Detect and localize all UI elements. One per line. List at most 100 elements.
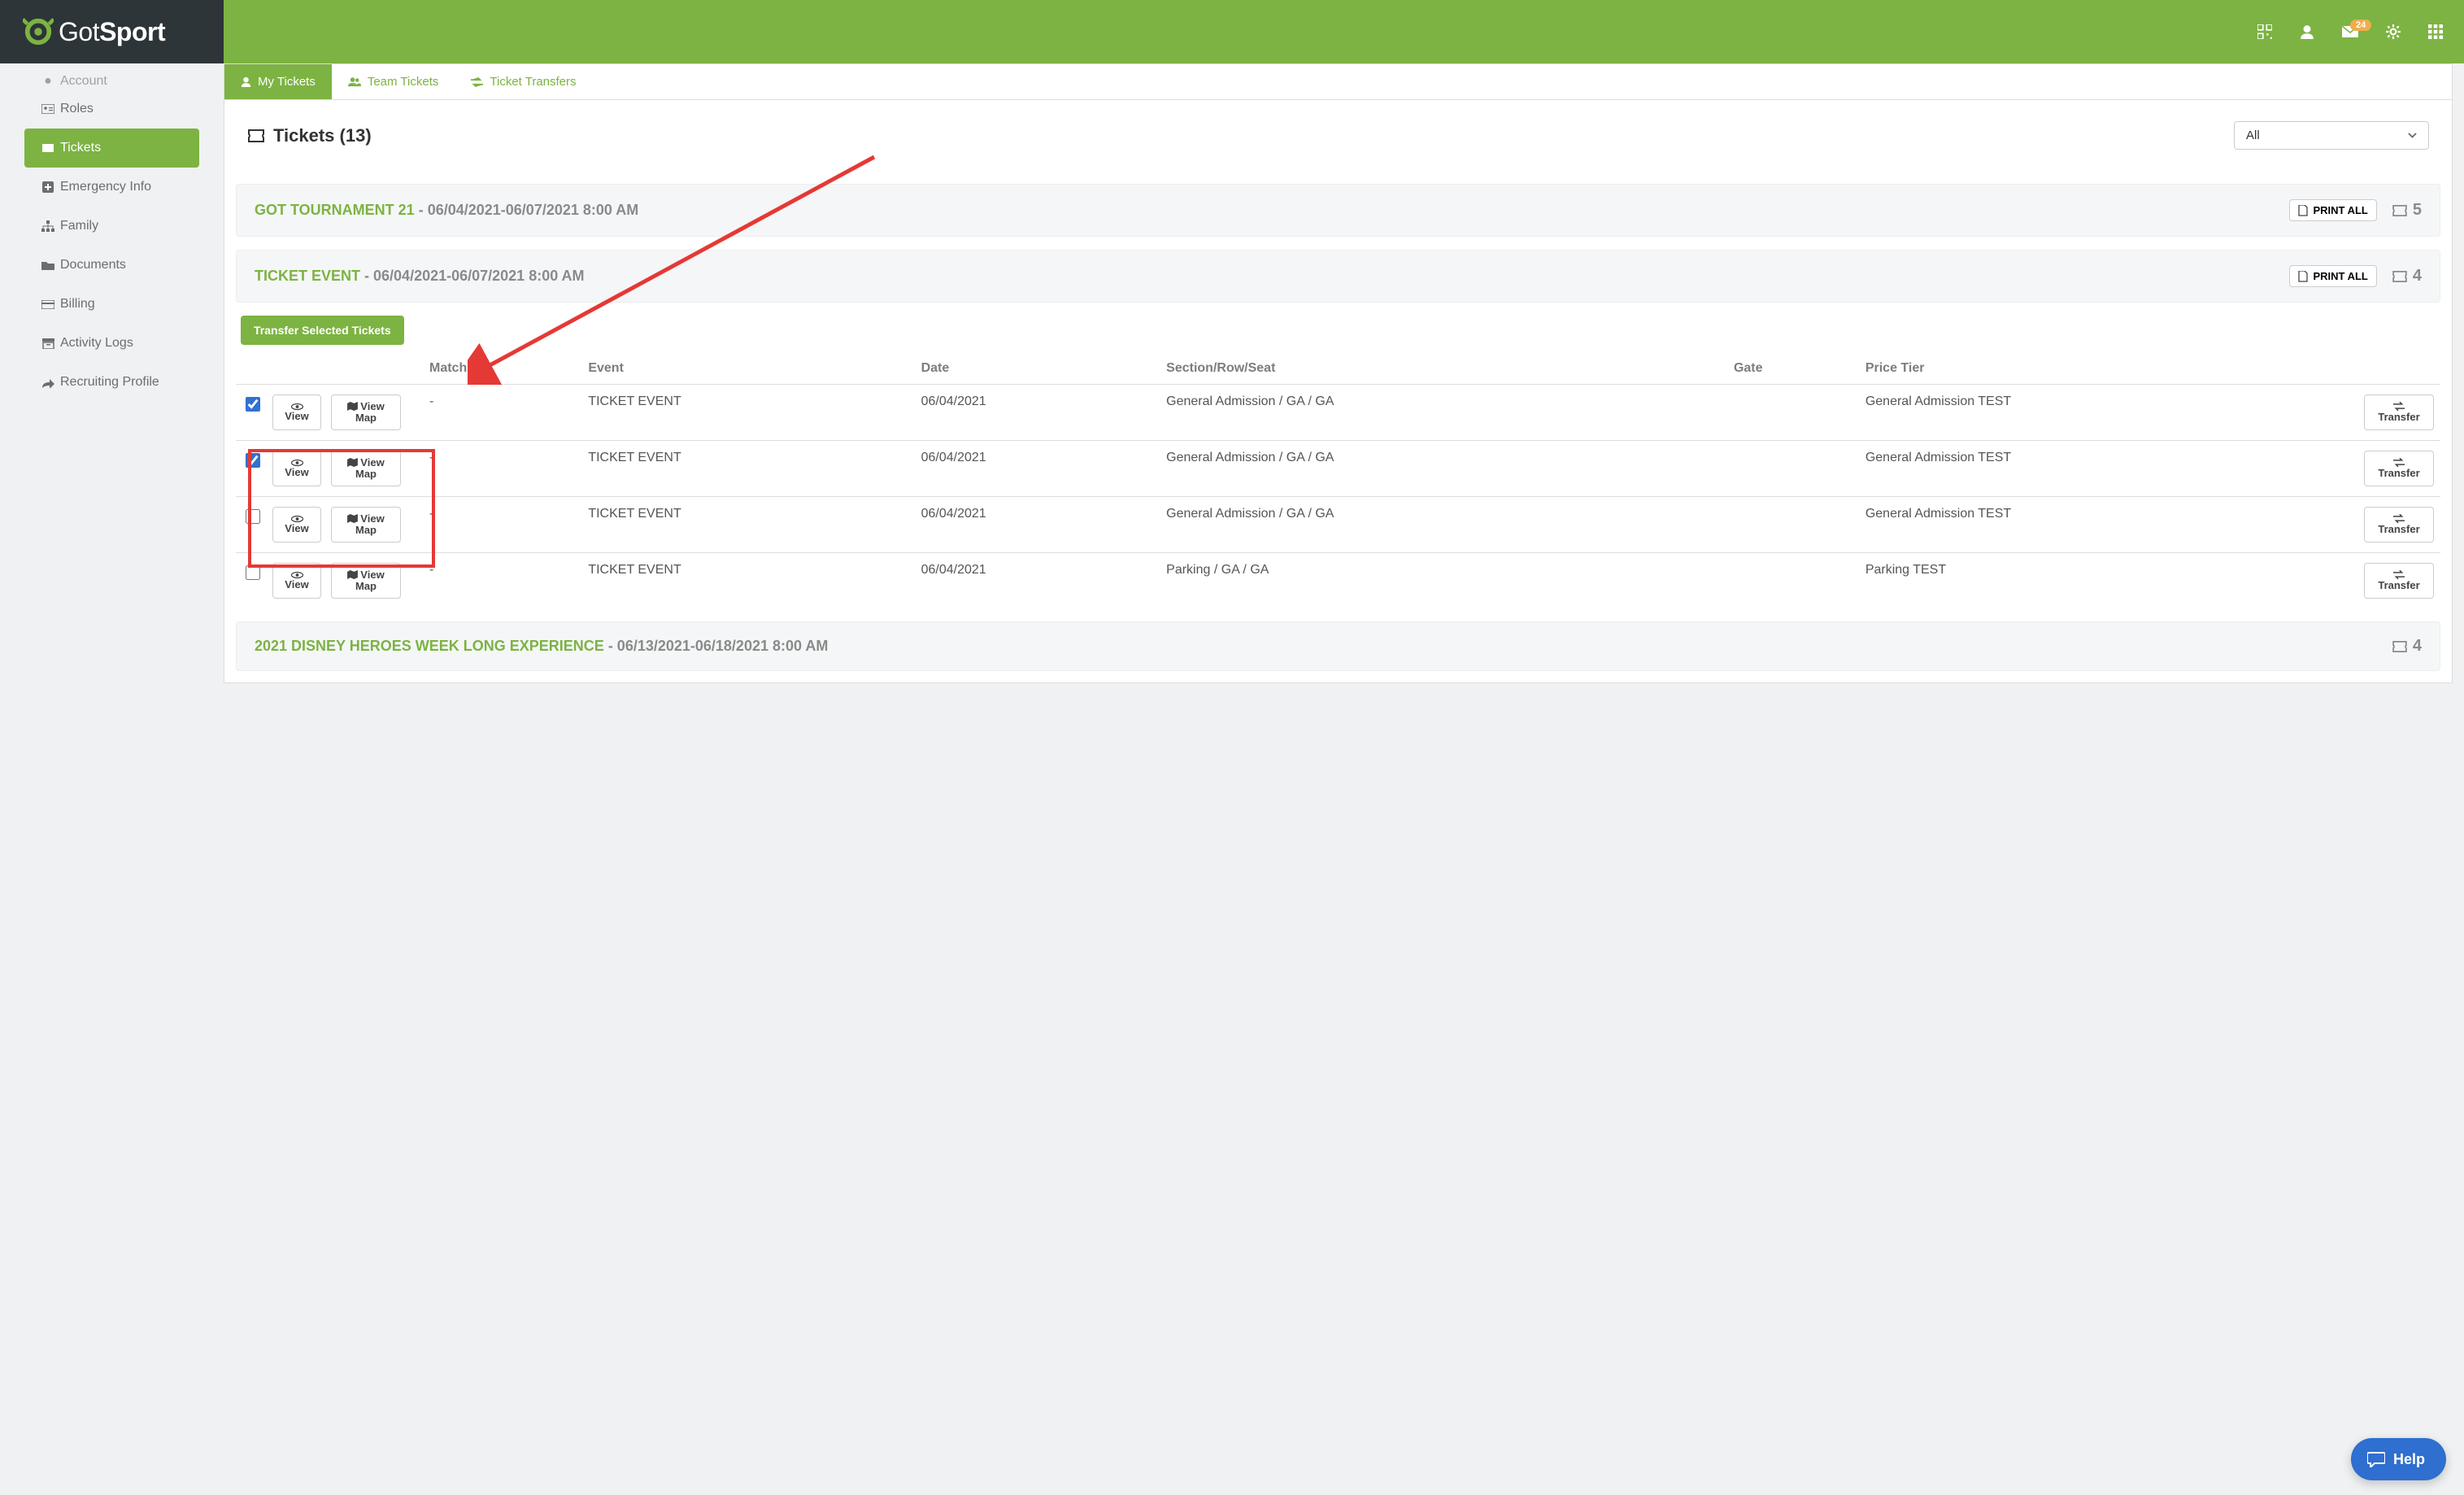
select-ticket-checkbox[interactable]	[246, 509, 260, 524]
transfer-icon	[471, 77, 483, 87]
col-match: Match	[423, 353, 581, 385]
sidebar-nav: ● Account Roles Tickets Emergency Info F…	[24, 73, 199, 402]
tickets-table: MatchEventDateSection/Row/SeatGatePrice …	[236, 353, 2440, 608]
cell-match: -	[423, 385, 581, 441]
tickets-icon	[2392, 271, 2408, 282]
transfer-icon	[2393, 458, 2405, 467]
col-gate: Gate	[1727, 353, 1859, 385]
transfer-selected-button[interactable]: Transfer Selected Tickets	[241, 316, 404, 345]
apps-grid-icon[interactable]	[2428, 24, 2443, 39]
group-date-range: - 06/13/2021-06/18/2021 8:00 AM	[608, 638, 829, 654]
qr-icon[interactable]	[2257, 24, 2272, 39]
cell-gate	[1727, 553, 1859, 609]
select-ticket-checkbox[interactable]	[246, 565, 260, 580]
group-event-name: 2021 DISNEY HEROES WEEK LONG EXPERIENCE	[255, 638, 604, 654]
table-row: ViewViewMap-TICKET EVENT06/04/2021Parkin…	[236, 553, 2440, 609]
map-icon	[347, 458, 358, 467]
chevron-down-icon	[2408, 133, 2417, 138]
cell-date: 06/04/2021	[915, 497, 1160, 553]
print-all-button[interactable]: PRINT ALL	[2289, 199, 2376, 221]
brand-text: GotSport	[59, 17, 165, 47]
transfer-button[interactable]: Transfer	[2364, 394, 2434, 430]
view-button[interactable]: View	[272, 563, 321, 599]
brand-logo[interactable]: GotSport	[0, 0, 224, 63]
view-map-button[interactable]: ViewMap	[331, 507, 401, 543]
sidebar-item-documents[interactable]: Documents	[24, 246, 199, 285]
select-ticket-checkbox[interactable]	[246, 453, 260, 468]
tickets-card: Tickets (13) All GOT TOURNAMENT 21 - 06/…	[224, 99, 2453, 683]
event-group-header[interactable]: 2021 DISNEY HEROES WEEK LONG EXPERIENCE …	[236, 621, 2440, 671]
main-content: My Tickets Team Tickets Ticket Transfers…	[224, 63, 2464, 708]
print-all-button[interactable]: PRINT ALL	[2289, 265, 2376, 287]
table-row: ViewViewMap-TICKET EVENT06/04/2021Genera…	[236, 441, 2440, 497]
cell-section: Parking / GA / GA	[1160, 553, 1727, 609]
cell-section: General Admission / GA / GA	[1160, 497, 1727, 553]
map-icon	[347, 514, 358, 523]
tickets-icon	[2392, 205, 2408, 216]
cell-match: -	[423, 553, 581, 609]
sidebar-item-tickets[interactable]: Tickets	[24, 129, 199, 168]
view-button[interactable]: View	[272, 394, 321, 430]
sidebar-item-emergency[interactable]: Emergency Info	[24, 168, 199, 207]
transfer-button[interactable]: Transfer	[2364, 563, 2434, 599]
ticket-icon	[39, 143, 57, 153]
mail-icon[interactable]: 24	[2342, 26, 2358, 37]
tickets-icon	[2392, 641, 2408, 652]
view-button[interactable]: View	[272, 451, 321, 486]
group-event-name: GOT TOURNAMENT 21	[255, 202, 415, 218]
share-icon	[39, 377, 57, 388]
table-row: ViewViewMap-TICKET EVENT06/04/2021Genera…	[236, 497, 2440, 553]
folder-icon	[39, 260, 57, 270]
user-circle-icon: ●	[39, 74, 57, 89]
sidebar-item-billing[interactable]: Billing	[24, 285, 199, 324]
select-ticket-checkbox[interactable]	[246, 397, 260, 412]
page-title: Tickets (13)	[247, 125, 372, 146]
cell-match: -	[423, 441, 581, 497]
user-icon[interactable]	[2300, 24, 2314, 39]
pdf-icon	[2298, 205, 2308, 216]
view-button[interactable]: View	[272, 507, 321, 543]
notification-badge: 24	[2350, 20, 2371, 31]
help-button[interactable]: Help	[2351, 1438, 2446, 1480]
transfer-button[interactable]: Transfer	[2364, 451, 2434, 486]
event-group-header[interactable]: GOT TOURNAMENT 21 - 06/04/2021-06/07/202…	[236, 184, 2440, 237]
cell-match: -	[423, 497, 581, 553]
group-event-name: TICKET EVENT	[255, 268, 360, 284]
chat-icon	[2367, 1451, 2385, 1467]
transfer-button[interactable]: Transfer	[2364, 507, 2434, 543]
col-date: Date	[915, 353, 1160, 385]
sitemap-icon	[39, 220, 57, 232]
view-map-button[interactable]: ViewMap	[331, 451, 401, 486]
col-section: Section/Row/Seat	[1160, 353, 1727, 385]
event-group-header[interactable]: TICKET EVENT - 06/04/2021-06/07/2021 8:0…	[236, 250, 2440, 303]
cell-date: 06/04/2021	[915, 441, 1160, 497]
group-ticket-count: 4	[2392, 637, 2422, 656]
sidebar-item-roles[interactable]: Roles	[24, 89, 199, 129]
tab-ticket-transfers[interactable]: Ticket Transfers	[455, 64, 592, 99]
user-icon	[241, 76, 251, 87]
sidebar-item-family[interactable]: Family	[24, 207, 199, 246]
id-card-icon	[39, 104, 57, 114]
view-map-button[interactable]: ViewMap	[331, 563, 401, 599]
group-date-range: - 06/04/2021-06/07/2021 8:00 AM	[419, 202, 639, 218]
gear-icon[interactable]	[2386, 24, 2401, 39]
map-icon	[347, 402, 358, 411]
table-row: ViewViewMap-TICKET EVENT06/04/2021Genera…	[236, 385, 2440, 441]
sidebar-item-recruiting[interactable]: Recruiting Profile	[24, 363, 199, 402]
sidebar-item-activity[interactable]: Activity Logs	[24, 324, 199, 363]
transfer-icon	[2393, 402, 2405, 411]
tab-my-tickets[interactable]: My Tickets	[224, 64, 332, 99]
cell-price-tier: Parking TEST	[1859, 553, 2357, 609]
filter-select[interactable]: All	[2234, 121, 2429, 150]
cell-section: General Admission / GA / GA	[1160, 385, 1727, 441]
sidebar-item-account[interactable]: ● Account	[24, 73, 199, 89]
col-event: Event	[581, 353, 914, 385]
group-ticket-count: 5	[2392, 201, 2422, 220]
group-ticket-count: 4	[2392, 267, 2422, 285]
sidebar: ● Account Roles Tickets Emergency Info F…	[0, 63, 224, 708]
tab-team-tickets[interactable]: Team Tickets	[332, 64, 455, 99]
tickets-icon	[247, 129, 265, 142]
view-map-button[interactable]: ViewMap	[331, 394, 401, 430]
transfer-icon	[2393, 514, 2405, 523]
cell-price-tier: General Admission TEST	[1859, 385, 2357, 441]
